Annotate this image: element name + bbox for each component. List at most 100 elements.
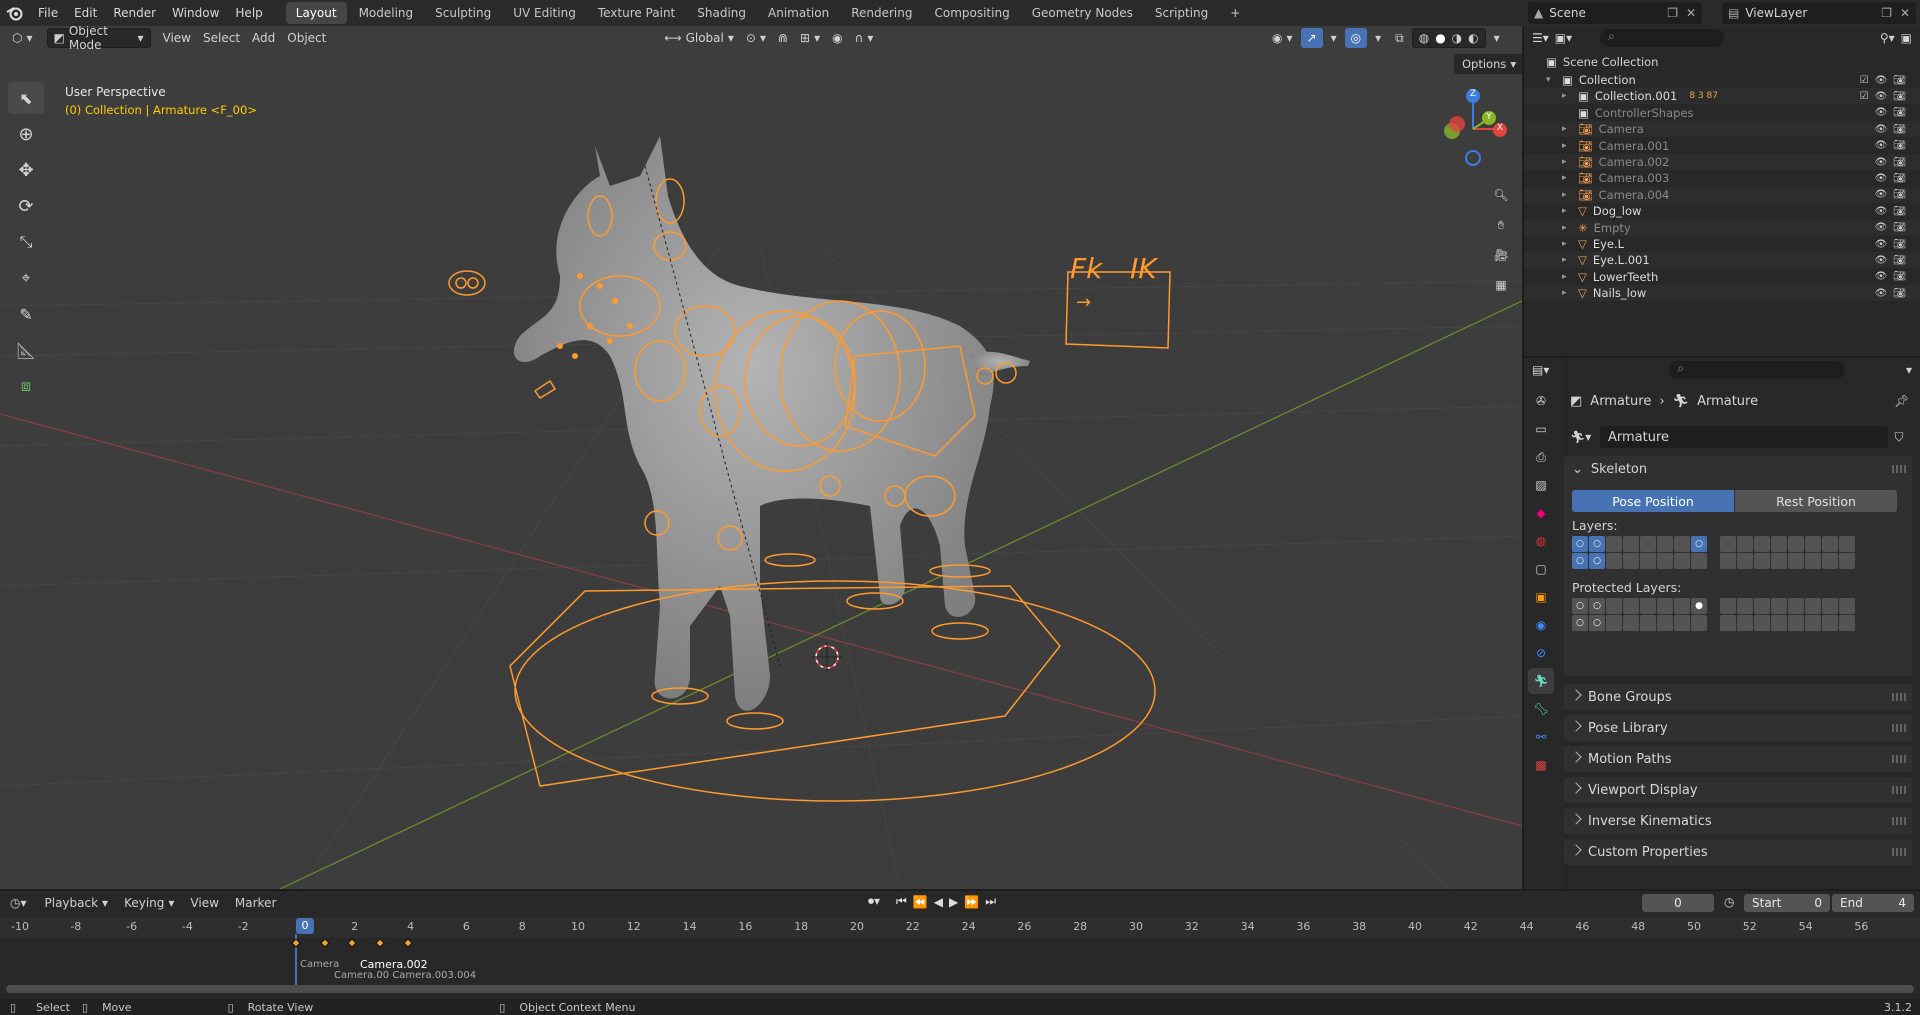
visibility-toggle-icon[interactable]: 👁︎📷︎ <box>1875 206 1912 217</box>
camera-view-button[interactable]: 🎥︎ <box>1488 242 1514 268</box>
running-figure-icon[interactable]: 🏃︎▾ <box>1570 430 1600 444</box>
object-tab[interactable]: ▣ <box>1528 584 1554 610</box>
cursor-tool[interactable]: ⊕ <box>8 118 44 150</box>
outliner-row[interactable]: ▸ ▽ Nails_low 👁︎📷︎ <box>1524 285 1920 302</box>
current-frame-field[interactable]: 0 <box>1642 894 1714 912</box>
annotate-tool[interactable]: ✎ <box>8 298 44 330</box>
playhead[interactable]: 0 <box>296 918 314 934</box>
zoom-button[interactable]: 🔍︎ <box>1488 182 1514 208</box>
select-tool[interactable]: ⬉ <box>8 82 44 114</box>
layer-toggle[interactable] <box>1771 598 1787 614</box>
layer-toggle[interactable] <box>1737 598 1753 614</box>
end-frame-field[interactable]: End 4 <box>1832 894 1914 912</box>
jump-start-icon[interactable]: ⏮ <box>896 894 907 909</box>
frame-ruler[interactable]: -10-8-6-4-202468101214161820222426283032… <box>0 917 1920 937</box>
expand-arrow-icon[interactable]: ▸ <box>1562 124 1576 134</box>
expand-arrow-icon[interactable]: ▸ <box>1562 239 1576 249</box>
visibility-toggle-icon[interactable]: 👁︎📷︎ <box>1875 107 1912 118</box>
skeleton-panel-header[interactable]: ⌄ Skeleton <box>1572 462 1647 477</box>
marker-camera[interactable]: Camera <box>300 959 339 970</box>
menu-render[interactable]: Render <box>105 0 164 26</box>
collection-tab[interactable]: ▢ <box>1528 556 1554 582</box>
outliner-row[interactable]: ▸ 📷︎ Camera.003 👁︎📷︎ <box>1524 170 1920 186</box>
panel-grip-icon[interactable] <box>1892 755 1906 763</box>
visibility-toggle-icon[interactable]: 👁︎📷︎ <box>1875 189 1912 200</box>
outliner-row[interactable]: ▸ ✳ Empty 👁︎📷︎ <box>1524 219 1920 236</box>
layer-toggle[interactable] <box>1720 598 1736 614</box>
layer-toggle[interactable] <box>1754 598 1770 614</box>
panel-grip-icon[interactable] <box>1892 724 1906 732</box>
next-keyframe-icon[interactable]: ⏩ <box>964 895 979 909</box>
add-cube-tool[interactable]: ⧈ <box>8 370 44 402</box>
rest-position-button[interactable]: Rest Position <box>1735 490 1897 512</box>
tab-texture-paint[interactable]: Texture Paint <box>588 2 685 24</box>
expand-arrow-icon[interactable]: ▸ <box>1562 173 1576 183</box>
layer-toggle[interactable]: ○ <box>1589 536 1605 552</box>
jaw-controller[interactable] <box>448 270 486 296</box>
panel-grip-icon[interactable] <box>1892 786 1906 794</box>
view-layer-selector[interactable]: ▤ ViewLayer ❐ ✕ <box>1722 2 1916 24</box>
scale-tool[interactable]: ⤡ <box>8 226 44 258</box>
layer-toggle[interactable] <box>1657 615 1673 631</box>
expand-arrow-icon[interactable]: ▸ <box>1562 141 1576 151</box>
layer-toggle[interactable] <box>1674 615 1690 631</box>
panel-pose-library[interactable]: Pose Library <box>1564 715 1912 741</box>
panel-grip-icon[interactable] <box>1892 465 1906 473</box>
tab-animation[interactable]: Animation <box>758 2 839 24</box>
layer-toggle[interactable] <box>1674 598 1690 614</box>
outliner-search-input[interactable]: ⌕ <box>1600 29 1725 47</box>
expand-arrow-icon[interactable]: ▸ <box>1562 272 1576 282</box>
expand-arrow-icon[interactable]: ▸ <box>1562 91 1576 101</box>
layer-toggle[interactable] <box>1674 536 1690 552</box>
layer-toggle[interactable] <box>1805 553 1821 569</box>
outliner-row[interactable]: ▸ 📷︎ Camera 👁︎📷︎ <box>1524 121 1920 138</box>
layer-toggle[interactable] <box>1839 598 1855 614</box>
layer-toggle[interactable] <box>1737 615 1753 631</box>
tab-compositing[interactable]: Compositing <box>924 2 1019 24</box>
keying-menu[interactable]: Keying ▾ <box>118 893 180 913</box>
expand-arrow-icon[interactable]: ▸ <box>1562 288 1576 298</box>
expand-arrow-icon[interactable]: ▸ <box>1562 206 1576 216</box>
layer-toggle[interactable] <box>1606 536 1622 552</box>
layer-toggle[interactable] <box>1754 536 1770 552</box>
play-icon[interactable]: ▶ <box>949 895 958 909</box>
layer-toggle[interactable] <box>1606 615 1622 631</box>
world-tab[interactable]: ◍ <box>1528 528 1554 554</box>
copy-layer-icon[interactable]: ❐ <box>1881 6 1892 20</box>
layer-toggle[interactable] <box>1754 615 1770 631</box>
layer-toggle[interactable]: ● <box>1691 598 1707 614</box>
close-scene-icon[interactable]: ✕ <box>1686 6 1696 20</box>
root-controller[interactable] <box>509 585 1061 787</box>
layer-toggle[interactable] <box>1788 598 1804 614</box>
outliner-row[interactable]: ▸ 📷︎ Camera.002 👁︎📷︎ <box>1524 154 1920 170</box>
layer-toggle[interactable] <box>1640 553 1656 569</box>
expand-arrow-icon[interactable]: ▸ <box>1562 255 1576 265</box>
blender-logo-icon[interactable] <box>0 0 30 26</box>
layer-toggle[interactable] <box>1788 615 1804 631</box>
display-mode-icon[interactable]: ▣▾ <box>1555 31 1572 45</box>
layer-toggle[interactable] <box>1606 598 1622 614</box>
record-icon[interactable]: ⏺▾ <box>868 894 880 909</box>
scene-selector[interactable]: ▲ Scene ❐ ✕ <box>1528 2 1702 24</box>
layer-toggle[interactable] <box>1822 615 1838 631</box>
visibility-toggle-icon[interactable]: 👁︎📷︎ <box>1875 173 1912 184</box>
marker-others[interactable]: Camera.00 Camera.003.004 <box>334 970 476 981</box>
outliner-row[interactable]: ▾ ▣ Collection ☑👁︎📷︎ <box>1524 72 1920 88</box>
outliner-editor-icon[interactable]: ☰▾ <box>1532 31 1549 45</box>
transform-tool[interactable]: ⌖ <box>8 262 44 294</box>
visibility-toggle-icon[interactable]: 👁︎📷︎ <box>1875 271 1912 282</box>
layer-toggle[interactable] <box>1640 615 1656 631</box>
layer-toggle[interactable] <box>1623 536 1639 552</box>
layer-toggle[interactable]: ○ <box>1589 553 1605 569</box>
layer-toggle[interactable] <box>1606 553 1622 569</box>
visibility-toggle-icon[interactable]: 👁︎📷︎ <box>1875 288 1912 299</box>
filter-icon[interactable]: ⚲▾ <box>1880 31 1895 45</box>
layer-toggle[interactable] <box>1720 536 1736 552</box>
tab-shading[interactable]: Shading <box>687 2 756 24</box>
menu-file[interactable]: File <box>30 0 66 26</box>
panel-grip-icon[interactable] <box>1892 817 1906 825</box>
play-reverse-icon[interactable]: ◀ <box>934 895 943 909</box>
measure-tool[interactable]: 📐︎ <box>8 334 44 366</box>
layer-toggle[interactable] <box>1691 615 1707 631</box>
panel-grip-icon[interactable] <box>1892 848 1906 856</box>
